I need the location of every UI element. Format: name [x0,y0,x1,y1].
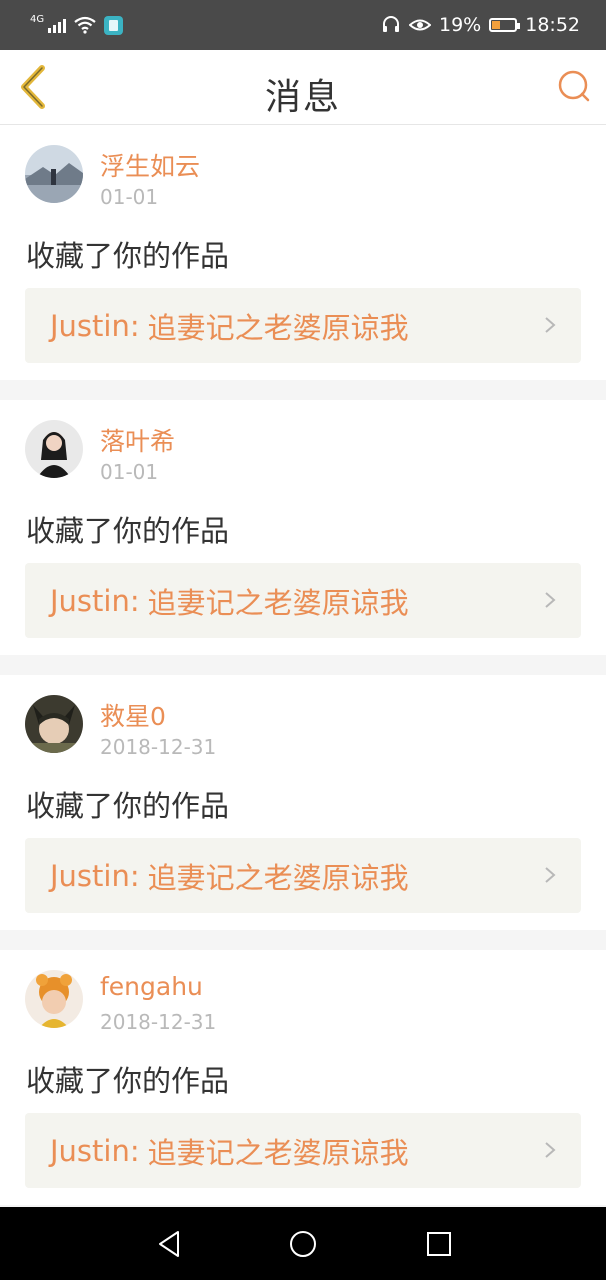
work-author: Justin [50,583,130,618]
notification-app-icon [104,15,124,35]
chevron-right-icon [545,592,556,608]
message-action: 收藏了你的作品 [26,789,230,823]
system-nav-bar [0,1207,606,1280]
battery-percent: 19% [439,14,482,36]
eye-icon [409,19,431,31]
work-title: 追妻记之老婆原谅我 [147,585,409,620]
status-left: 4G [30,13,124,35]
message-date: 2018-12-31 [100,735,217,759]
nav-recent-icon[interactable] [424,1229,454,1259]
page-title: 消息 [264,77,341,118]
work-separator: : [129,1133,140,1168]
status-bar: 4G 19% 18:52 [0,0,606,50]
message-card: 落叶希 01-01 收藏了你的作品 Justin : 追妻记之老婆原谅我 [0,400,606,655]
message-action: 收藏了你的作品 [26,514,230,548]
message-card: fengahu 2018-12-31 收藏了你的作品 Justin : 追妻记之… [0,950,606,1205]
clock-time: 18:52 [525,14,580,36]
wifi-icon [74,16,96,34]
headset-icon [383,16,399,32]
message-action: 收藏了你的作品 [26,239,230,273]
work-separator: : [129,583,140,618]
work-separator: : [129,858,140,893]
avatar[interactable] [25,970,83,1028]
message-list: 浮生如云 01-01 收藏了你的作品 Justin : 追妻记之老婆原谅我 落叶… [0,125,606,1225]
search-icon[interactable] [556,68,592,104]
message-date: 01-01 [100,185,159,209]
signal-icon [48,17,67,33]
battery-icon [489,18,521,32]
chevron-right-icon [545,867,556,883]
work-title: 追妻记之老婆原谅我 [147,860,409,895]
message-card: 救星0 2018-12-31 收藏了你的作品 Justin : 追妻记之老婆原谅… [0,675,606,930]
chevron-right-icon [545,1142,556,1158]
work-link[interactable]: Justin : 追妻记之老婆原谅我 [25,563,581,638]
app-header: 消息 [0,50,606,125]
username[interactable]: 落叶希 [100,422,175,458]
username[interactable]: 救星0 [100,697,166,733]
message-action: 收藏了你的作品 [26,1064,230,1098]
username[interactable]: fengahu [100,972,203,1001]
nav-back-icon[interactable] [154,1229,184,1259]
work-author: Justin [50,1133,130,1168]
work-author: Justin [50,308,130,343]
message-date: 01-01 [100,460,159,484]
work-author: Justin [50,858,130,893]
work-link[interactable]: Justin : 追妻记之老婆原谅我 [25,838,581,913]
nav-home-icon[interactable] [288,1229,318,1259]
work-link[interactable]: Justin : 追妻记之老婆原谅我 [25,1113,581,1188]
work-separator: : [129,308,140,343]
message-date: 2018-12-31 [100,1010,217,1034]
work-link[interactable]: Justin : 追妻记之老婆原谅我 [25,288,581,363]
work-title: 追妻记之老婆原谅我 [147,310,409,345]
network-type: 4G [30,13,45,25]
status-right: 19% 18:52 [381,14,580,36]
avatar[interactable] [25,420,83,478]
avatar[interactable] [25,145,83,203]
message-card: 浮生如云 01-01 收藏了你的作品 Justin : 追妻记之老婆原谅我 [0,125,606,380]
work-title: 追妻记之老婆原谅我 [147,1135,409,1170]
avatar[interactable] [25,695,83,753]
username[interactable]: 浮生如云 [100,147,200,183]
chevron-right-icon [545,317,556,333]
